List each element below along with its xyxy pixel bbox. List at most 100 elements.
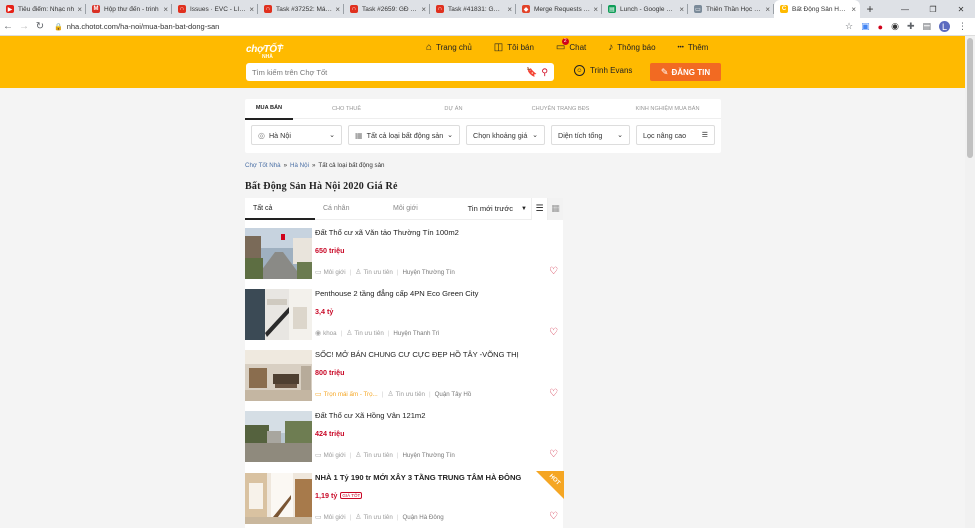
cast-icon[interactable]: ▤ [922, 21, 931, 32]
close-tab-icon[interactable]: × [335, 5, 340, 14]
advanced-filter-button[interactable]: Lọc nâng cao ☰ [636, 125, 715, 145]
save-heart-icon[interactable]: ♡ [549, 266, 558, 277]
browser-tab[interactable]: ▶ Tiêu điểm: Nhạc nh × [0, 0, 86, 18]
vpn-extension-icon[interactable]: ◉ [891, 21, 899, 32]
search-input[interactable] [252, 67, 523, 77]
close-window-icon[interactable]: ✕ [947, 0, 975, 18]
breadcrumb-home[interactable]: Chợ Tốt Nhà [245, 162, 281, 169]
tab-kinh-nghiem[interactable]: KINH NGHIỆM MUA BÁN [614, 99, 721, 119]
property-type-select[interactable]: ▦ Tất cả loại bất động sản ⌄ [348, 125, 460, 145]
close-tab-icon[interactable]: × [507, 5, 512, 14]
caret-down-icon: ▼ [521, 205, 527, 212]
browser-tab[interactable]: ∩ Task #37252: Mái b × [258, 0, 344, 18]
nav-item[interactable]: ▭ 2 Chat [556, 38, 586, 53]
priority-badge-icon: ♙ [346, 330, 353, 337]
nav-item[interactable]: ♪ Thông báo [608, 42, 655, 53]
tab-title: Lunch - Google She [620, 5, 677, 13]
nav-item[interactable]: ⌂ Trang chủ [426, 42, 472, 53]
close-tab-icon[interactable]: × [679, 5, 684, 14]
listing-item[interactable]: NHÀ 1 Tỷ 190 tr MỚI XÂY 3 TẦNG TRUNG TÂM… [245, 471, 564, 528]
close-tab-icon[interactable]: × [249, 5, 254, 14]
minimize-icon[interactable]: — [891, 0, 919, 18]
search-icon[interactable]: ⚲ [541, 67, 548, 78]
save-heart-icon[interactable]: ♡ [549, 388, 558, 399]
listing-item[interactable]: Đất Thổ cư Xã Hồng Vân 121m2 424 triệu ▭ Mô… [245, 411, 563, 469]
puzzle-extension-icon[interactable]: ✚ [907, 21, 915, 32]
grid-view-icon[interactable]: ▦ [547, 197, 563, 220]
listing-title[interactable]: SỐC! MỞ BÁN CHUNG CƯ CỰC ĐẸP HỒ TÂY -VÕN… [315, 350, 519, 359]
browser-tab[interactable]: ∩ Task #41831: GĐ - L × [430, 0, 516, 18]
listing-thumbnail[interactable] [245, 228, 312, 279]
browser-tab[interactable]: ∩ Task #2659: GĐ - H × [344, 0, 430, 18]
browser-tab[interactable]: ◆ Merge Requests · E × [516, 0, 602, 18]
list-view-icon[interactable]: ☰ [531, 197, 547, 220]
lock-icon[interactable]: 🔒 [54, 23, 63, 31]
url-field[interactable]: nha.chotot.com/ha-noi/mua-ban-bat-dong-s… [67, 22, 845, 31]
browser-tab[interactable]: ▭ Thiên Thần Học Việ × [688, 0, 774, 18]
listing-item[interactable]: Penthouse 2 tầng đẳng cấp 4PN Eco Green … [245, 289, 563, 347]
tab-mua-ban[interactable]: MUA BÁN [245, 98, 293, 120]
listing-item[interactable]: Đất Thổ cư xã Văn tảo Thường Tín 100m2 65… [245, 228, 563, 286]
tab-all[interactable]: Tất cả [245, 198, 315, 220]
new-tab-icon[interactable]: + [860, 0, 880, 18]
close-tab-icon[interactable]: × [421, 5, 426, 14]
tab-title: Tiêu điểm: Nhạc nh [18, 5, 75, 13]
reload-icon[interactable]: ↻ [32, 21, 48, 32]
listing-title[interactable]: Đất Thổ cư Xã Hồng Vân 121m2 [315, 411, 425, 420]
chevron-down-icon: ⌄ [329, 132, 335, 139]
bookmark-star-icon[interactable]: ☆ [845, 21, 853, 32]
listing-title[interactable]: Penthouse 2 tầng đẳng cấp 4PN Eco Green … [315, 289, 478, 298]
save-heart-icon[interactable]: ♡ [549, 449, 558, 460]
priority-label: Tin ưu tiên [363, 513, 393, 521]
tab-cho-thue[interactable]: CHO THUÊ [293, 99, 400, 119]
chotot-logo[interactable]: chợTỐT ⌂ NHÀ [246, 41, 290, 61]
browser-tab[interactable]: ∩ Issues · EVC - LIFET × [172, 0, 258, 18]
tab-broker[interactable]: Môi giới [385, 198, 455, 220]
browser-tab[interactable]: C Bất Động Sản Hà N × [774, 0, 860, 18]
priority-badge-icon: ♙ [355, 269, 362, 276]
close-tab-icon[interactable]: × [765, 5, 770, 14]
tab-individual[interactable]: Cá nhân [315, 198, 385, 220]
close-tab-icon[interactable]: × [163, 5, 168, 14]
breadcrumb-city[interactable]: Hà Nội [290, 162, 309, 169]
tab-title: Task #41831: GĐ - L [448, 5, 505, 13]
save-heart-icon[interactable]: ♡ [549, 327, 558, 338]
close-tab-icon[interactable]: × [77, 5, 82, 14]
page-scrollbar[interactable] [965, 36, 975, 528]
listing-item[interactable]: SỐC! MỞ BÁN CHUNG CƯ CỰC ĐẸP HỒ TÂY -VÕN… [245, 350, 563, 408]
opera-extension-icon[interactable]: ● [878, 22, 883, 32]
nav-item[interactable]: ••• Thêm [678, 42, 709, 53]
browser-menu-icon[interactable]: ⋮ [958, 21, 967, 32]
back-icon[interactable]: ← [0, 21, 16, 32]
tab-chuyen-trang-bds[interactable]: CHUYÊN TRANG BĐS [507, 99, 614, 119]
listing-title[interactable]: Đất Thổ cư xã Văn tảo Thường Tín 100m2 [315, 228, 459, 237]
user-menu[interactable]: ☺ Trinh Evans [574, 65, 632, 76]
saved-search-icon[interactable]: 🔖 [526, 67, 537, 78]
sort-select[interactable]: Tin mới trước ▼ [468, 204, 527, 213]
listing-meta: ▭ Trọn mái ấm - Trọ... | ♙ Tin ưu tiên | Quận … [315, 390, 471, 399]
listing-title[interactable]: NHÀ 1 Tỷ 190 tr MỚI XÂY 3 TẦNG TRUNG TÂM… [315, 473, 521, 482]
browser-tab[interactable]: M Hộp thư đến - trinh × [86, 0, 172, 18]
scrollbar-thumb[interactable] [967, 38, 973, 158]
listing-thumbnail[interactable] [245, 411, 312, 462]
post-ad-button[interactable]: ✎ ĐĂNG TIN [650, 63, 721, 81]
browser-tab[interactable]: ▤ Lunch - Google She × [602, 0, 688, 18]
restore-icon[interactable]: ❐ [919, 0, 947, 18]
tab-du-an[interactable]: DỰ ÁN [400, 99, 507, 119]
tab-title: Task #37252: Mái b [276, 5, 333, 13]
listing-thumbnail[interactable] [245, 350, 312, 401]
translate-extension-icon[interactable]: ▣ [861, 21, 870, 32]
listing-thumbnail[interactable] [245, 289, 312, 340]
nav-item[interactable]: ◫ Tôi bán [494, 42, 534, 53]
price-range-select[interactable]: Chọn khoảng giá ⌄ [466, 125, 545, 145]
home-icon: ⌂ [426, 42, 433, 53]
close-tab-icon[interactable]: × [593, 5, 598, 14]
area-select[interactable]: Diện tích tổng ⌄ [551, 125, 630, 145]
profile-avatar[interactable]: L [939, 21, 950, 32]
close-tab-icon[interactable]: × [851, 5, 856, 14]
forward-icon[interactable]: → [16, 21, 32, 32]
property-type-value: Tất cả loại bất động sản [366, 130, 444, 140]
save-heart-icon[interactable]: ♡ [549, 511, 558, 522]
listing-thumbnail[interactable] [245, 473, 312, 524]
location-select[interactable]: ◎ Hà Nội ⌄ [251, 125, 342, 145]
